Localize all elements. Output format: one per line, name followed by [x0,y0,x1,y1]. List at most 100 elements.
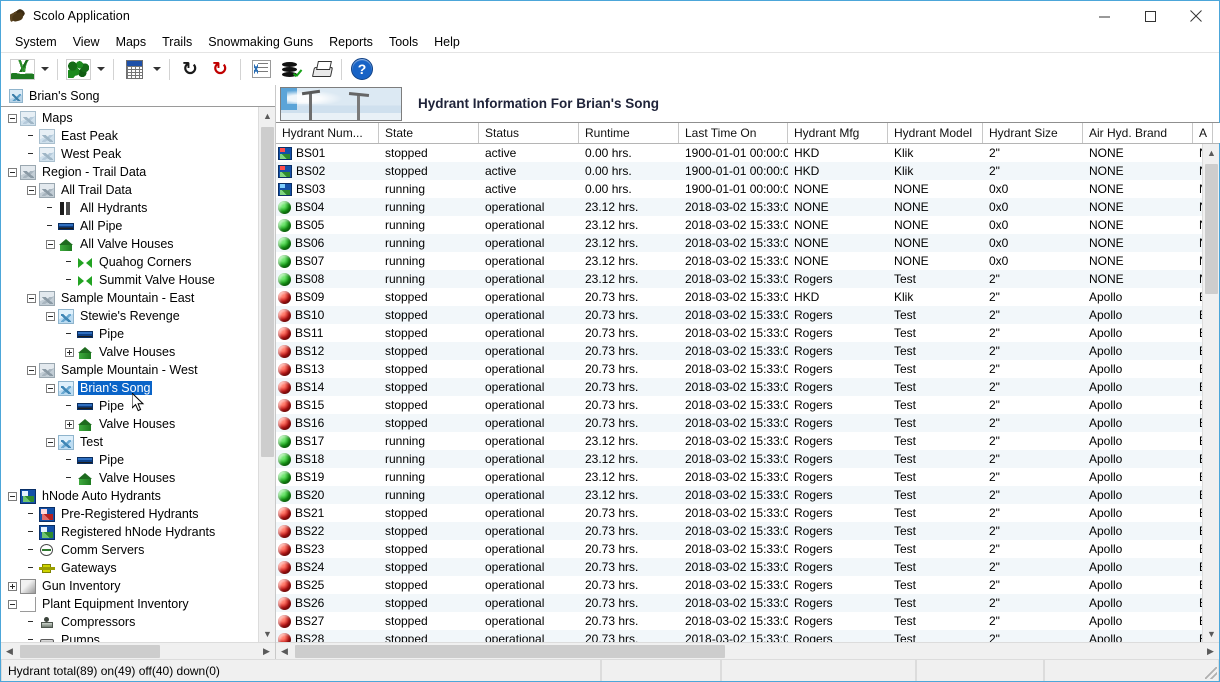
collapse-icon[interactable] [8,492,17,501]
column-header-a[interactable]: A [1193,123,1213,143]
trail-map-button[interactable] [7,56,37,83]
table-row[interactable]: BS03runningactive0.00 hrs.1900-01-01 00:… [276,180,1202,198]
collapse-icon[interactable] [27,294,36,303]
help-button[interactable]: ? [347,56,377,83]
maximize-icon[interactable] [1127,1,1173,31]
menu-tools[interactable]: Tools [381,33,426,51]
grid-scroll-thumb[interactable] [1205,164,1218,294]
column-header-hydrant-model[interactable]: Hydrant Model [888,123,983,143]
minimize-icon[interactable] [1081,1,1127,31]
tree-item-pipe[interactable]: Pipe [1,451,258,469]
collapse-icon[interactable] [46,438,55,447]
collapse-icon[interactable] [8,600,17,609]
tree-item-valve-houses[interactable]: Valve Houses [1,469,258,487]
column-header-hydrant-size[interactable]: Hydrant Size [983,123,1083,143]
column-header-status[interactable]: Status [479,123,579,143]
tree-vertical-scrollbar[interactable]: ▲ ▼ [258,107,275,642]
collapse-icon[interactable] [46,312,55,321]
menu-system[interactable]: System [7,33,65,51]
table-row[interactable]: BS04runningoperational23.12 hrs.2018-03-… [276,198,1202,216]
tree-item-gun-inventory[interactable]: Gun Inventory [1,577,258,595]
menu-maps[interactable]: Maps [108,33,155,51]
tree-item-all-valve-houses[interactable]: All Valve Houses [1,235,258,253]
tree-item-west-peak[interactable]: West Peak [1,145,258,163]
table-row[interactable]: BS20runningoperational23.12 hrs.2018-03-… [276,486,1202,504]
tree-item-test[interactable]: Test [1,433,258,451]
scroll-left-icon[interactable]: ◀ [276,643,293,660]
table-row[interactable]: BS24stoppedoperational20.73 hrs.2018-03-… [276,558,1202,576]
trees-dropdown-button[interactable] [93,56,108,83]
table-row[interactable]: BS12stoppedoperational20.73 hrs.2018-03-… [276,342,1202,360]
column-header-air-hyd-brand[interactable]: Air Hyd. Brand [1083,123,1193,143]
table-row[interactable]: BS16stoppedoperational20.73 hrs.2018-03-… [276,414,1202,432]
collapse-icon[interactable] [46,384,55,393]
collapse-icon[interactable] [46,240,55,249]
table-row[interactable]: BS02stoppedactive0.00 hrs.1900-01-01 00:… [276,162,1202,180]
menu-reports[interactable]: Reports [321,33,381,51]
close-icon[interactable] [1173,1,1219,31]
table-row[interactable]: BS07runningoperational23.12 hrs.2018-03-… [276,252,1202,270]
tree-item-pumps[interactable]: Pumps [1,631,258,642]
grid-vertical-scrollbar[interactable]: ▲ ▼ [1202,144,1219,642]
table-row[interactable]: BS05runningoperational23.12 hrs.2018-03-… [276,216,1202,234]
trees-button[interactable] [63,56,93,83]
refresh-all-button[interactable]: ↻ [205,56,235,83]
refresh-button[interactable]: ↻ [175,56,205,83]
table-row[interactable]: BS25stoppedoperational20.73 hrs.2018-03-… [276,576,1202,594]
tree-item-valve-houses[interactable]: Valve Houses [1,343,258,361]
expand-icon[interactable] [65,420,74,429]
scroll-down-icon[interactable]: ▼ [259,625,275,642]
scroll-down-icon[interactable]: ▼ [1203,625,1219,642]
tree-hscroll-thumb[interactable] [20,645,160,658]
collapse-icon[interactable] [27,366,36,375]
tree-item-summit-valve-house[interactable]: Summit Valve House [1,271,258,289]
table-row[interactable]: BS22stoppedoperational20.73 hrs.2018-03-… [276,522,1202,540]
table-row[interactable]: BS18runningoperational23.12 hrs.2018-03-… [276,450,1202,468]
tree-item-hnode-auto-hydrants[interactable]: hNode Auto Hydrants [1,487,258,505]
tree-item-quahog-corners[interactable]: Quahog Corners [1,253,258,271]
column-header-hydrant-num[interactable]: Hydrant Num... [276,123,379,143]
table-row[interactable]: BS27stoppedoperational20.73 hrs.2018-03-… [276,612,1202,630]
table-row[interactable]: BS15stoppedoperational20.73 hrs.2018-03-… [276,396,1202,414]
collapse-icon[interactable] [8,168,17,177]
table-row[interactable]: BS21stoppedoperational20.73 hrs.2018-03-… [276,504,1202,522]
menu-trails[interactable]: Trails [154,33,200,51]
tree-item-region-trail-data[interactable]: Region - Trail Data [1,163,258,181]
tree-item-comm-servers[interactable]: Comm Servers [1,541,258,559]
table-row[interactable]: BS10stoppedoperational20.73 hrs.2018-03-… [276,306,1202,324]
tree-item-all-trail-data[interactable]: All Trail Data [1,181,258,199]
scroll-right-icon[interactable]: ▶ [258,643,275,660]
tree-item-sample-mountain-east[interactable]: Sample Mountain - East [1,289,258,307]
table-row[interactable]: BS17runningoperational23.12 hrs.2018-03-… [276,432,1202,450]
expand-icon[interactable] [65,348,74,357]
table-row[interactable]: BS11stoppedoperational20.73 hrs.2018-03-… [276,324,1202,342]
scroll-left-icon[interactable]: ◀ [1,643,18,660]
table-row[interactable]: BS14stoppedoperational20.73 hrs.2018-03-… [276,378,1202,396]
tree-item-all-pipe[interactable]: All Pipe [1,217,258,235]
column-header-hydrant-mfg[interactable]: Hydrant Mfg [788,123,888,143]
database-check-button[interactable] [276,56,306,83]
expand-icon[interactable] [8,582,17,591]
print-button[interactable] [306,56,336,83]
tree-item-all-hydrants[interactable]: All Hydrants [1,199,258,217]
tree-item-gateways[interactable]: Gateways [1,559,258,577]
collapse-icon[interactable] [8,114,17,123]
grid-horizontal-scrollbar[interactable]: ◀ ▶ [276,642,1219,659]
menu-view[interactable]: View [65,33,108,51]
tree-item-pipe[interactable]: Pipe [1,397,258,415]
scroll-up-icon[interactable]: ▲ [1203,144,1219,161]
grid-view-dropdown-button[interactable] [149,56,164,83]
grid-view-button[interactable] [119,56,149,83]
tree-item-plant-equipment-inventory[interactable]: Plant Equipment Inventory [1,595,258,613]
tree-item-registered-hnode-hydrants[interactable]: Registered hNode Hydrants [1,523,258,541]
grid-scroll-up-icon[interactable]: ▲ [1213,123,1220,143]
tree-item-brian-s-song[interactable]: Brian's Song [1,379,258,397]
menu-snowmaking-guns[interactable]: Snowmaking Guns [200,33,321,51]
tree-item-sample-mountain-west[interactable]: Sample Mountain - West [1,361,258,379]
column-header-last-time-on[interactable]: Last Time On [679,123,788,143]
table-row[interactable]: BS13stoppedoperational20.73 hrs.2018-03-… [276,360,1202,378]
tree-horizontal-scrollbar[interactable]: ◀ ▶ [1,642,275,659]
tree-item-stewie-s-revenge[interactable]: Stewie's Revenge [1,307,258,325]
tree-item-pre-registered-hydrants[interactable]: Pre-Registered Hydrants [1,505,258,523]
column-header-runtime[interactable]: Runtime [579,123,679,143]
